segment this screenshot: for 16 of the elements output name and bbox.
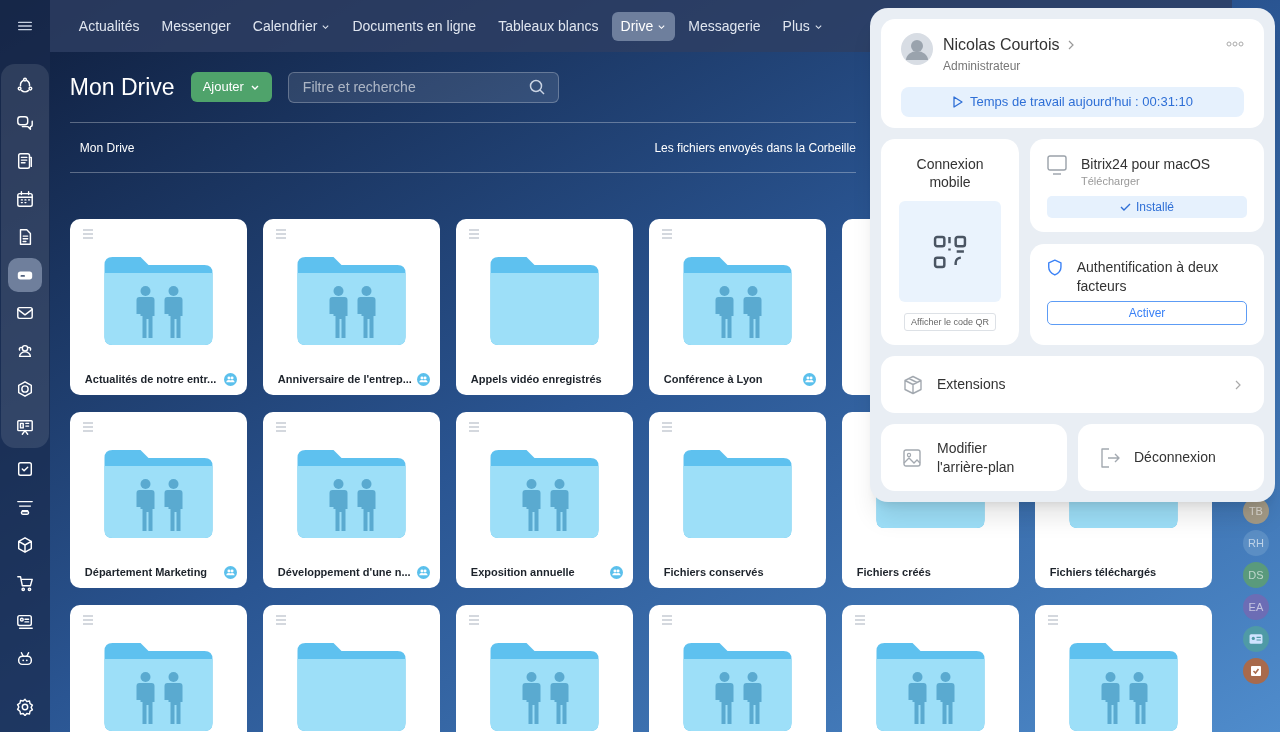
folder-name: Anniversaire de l'entrep...: [277, 372, 412, 387]
two-factor-title: Authentification à deux facteurs: [1076, 258, 1220, 297]
page-title: Mon Drive: [69, 72, 175, 102]
app-title: Bitrix24 pour macOS: [1081, 155, 1211, 174]
folder-name: Fichiers conservés: [663, 565, 764, 580]
folder-name: Exposition annuelle: [470, 565, 575, 580]
folder-name: Département Marketing: [84, 565, 208, 580]
folder-name: Fichiers téléchargés: [1049, 565, 1157, 580]
trash-note: Les fichiers envoyés dans la Corbeille: [654, 139, 856, 157]
folder-name: Développement d'une n...: [277, 565, 411, 580]
folder-name: Conférence à Lyon: [663, 372, 763, 387]
mobile-title: Connexion mobile: [915, 155, 985, 192]
user-role: Administrateur: [943, 58, 1022, 75]
folder-name: Actualités de notre entr...: [84, 372, 217, 387]
folder-name: Fichiers créés: [856, 565, 931, 580]
folder-name: Appels vidéo enregistrés: [470, 372, 602, 387]
